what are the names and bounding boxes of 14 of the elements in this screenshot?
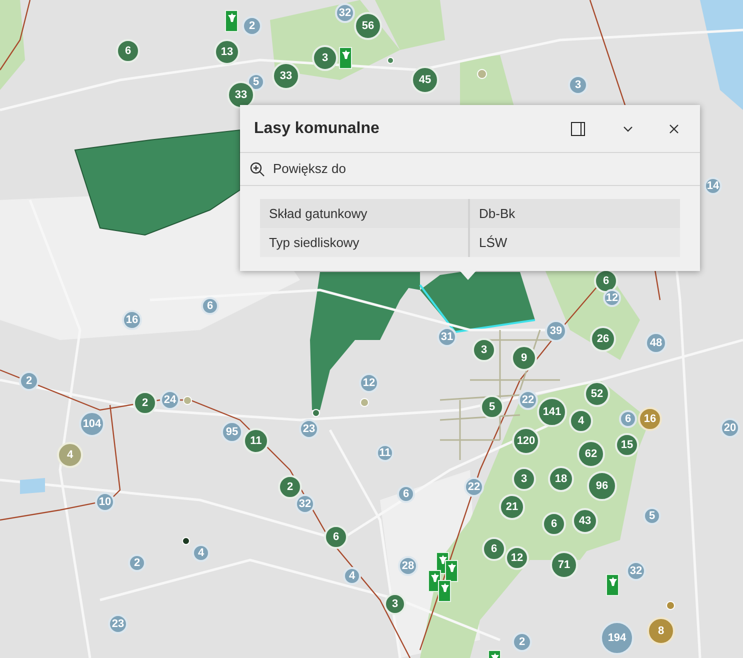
dock-icon: [571, 122, 585, 136]
field-label: Typ siedliskowy: [260, 228, 470, 257]
close-icon: [669, 124, 679, 134]
chevron-icon: [623, 126, 633, 132]
zoom-in-icon: [250, 162, 265, 176]
emblem-icon[interactable]: [445, 560, 458, 582]
emblem-icon[interactable]: [438, 580, 451, 602]
emblem-icon[interactable]: [339, 47, 352, 69]
field-value: LŚW: [478, 234, 508, 252]
field-value: Db-Bk: [478, 204, 516, 223]
emblem-icon[interactable]: [225, 10, 238, 32]
popup-title: Lasy komunalne: [254, 118, 380, 138]
zoom-to-link[interactable]: Powiększ do: [240, 153, 700, 186]
emblem-icon[interactable]: [606, 574, 619, 596]
